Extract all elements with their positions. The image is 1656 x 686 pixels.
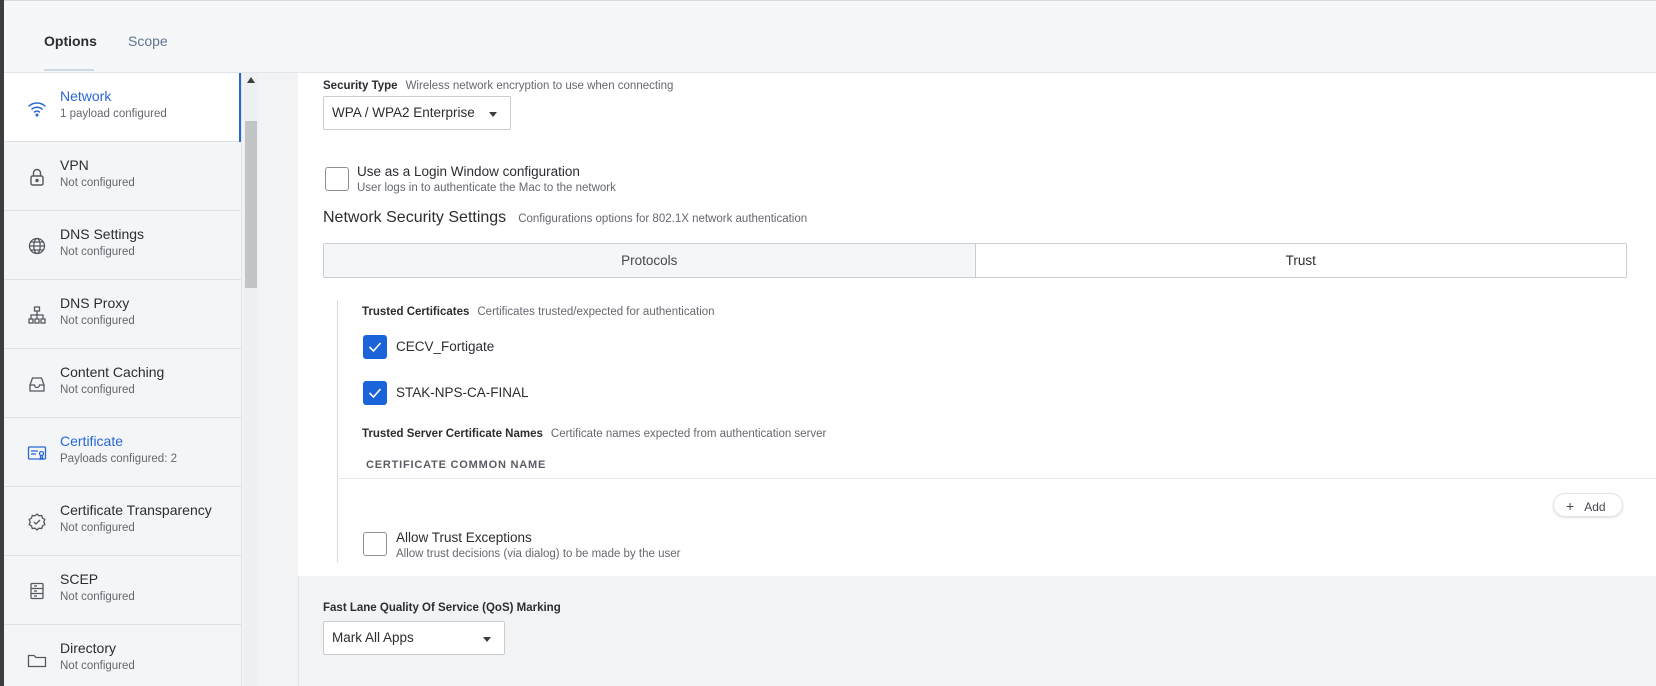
sidebar-item-certificate-transparency[interactable]: Certificate Transparency Not configured	[4, 487, 241, 556]
sidebar-item-vpn[interactable]: VPN Not configured	[4, 142, 241, 211]
lock-icon	[26, 166, 48, 188]
add-button-label: Add	[1584, 500, 1606, 514]
badge-check-icon	[26, 511, 48, 533]
sidebar-item-status: 1 payload configured	[60, 108, 167, 120]
sidebar-item-status: Not configured	[60, 522, 135, 534]
sidebar-item-label: DNS Settings	[60, 226, 145, 242]
qos-value: Mark All Apps	[332, 630, 414, 645]
certificate-checkbox-cecv-fortigate[interactable]	[363, 335, 387, 359]
qos-label: Fast Lane Quality Of Service (QoS) Marki…	[323, 602, 561, 614]
scroll-up-arrow-icon[interactable]	[247, 77, 255, 83]
tab-trust[interactable]: Trust	[975, 244, 1626, 277]
checkmark-icon	[368, 342, 382, 353]
security-type-label: Security Type	[323, 80, 398, 92]
security-type-help: Wireless network encryption to use when …	[405, 80, 674, 92]
folder-icon	[26, 649, 48, 671]
sidebar-item-dns-settings[interactable]: DNS Settings Not configured	[4, 211, 241, 280]
security-type-value: WPA / WPA2 Enterprise	[332, 105, 475, 120]
trusted-server-names-help: Certificate names expected from authenti…	[550, 428, 827, 440]
network-security-title: Network Security Settings	[323, 209, 507, 226]
sidebar-item-label: SCEP	[60, 571, 99, 587]
sidebar-item-label: DNS Proxy	[60, 295, 130, 311]
login-window-checkbox[interactable]	[325, 167, 349, 191]
server-icon	[26, 580, 48, 602]
security-type-row: Security Type Wireless network encryption…	[323, 76, 673, 94]
payload-sidebar: Network 1 payload configured VPN Not con…	[4, 73, 242, 686]
trusted-server-names-label: Trusted Server Certificate Names	[362, 428, 543, 440]
sidebar-item-scep[interactable]: SCEP Not configured	[4, 556, 241, 625]
tray-icon	[26, 373, 48, 395]
sidebar-item-directory[interactable]: Directory Not configured	[4, 625, 241, 686]
certificate-checkbox-stak-nps[interactable]	[363, 381, 387, 405]
sidebar-item-label: VPN	[60, 157, 89, 173]
sidebar-item-content-caching[interactable]: Content Caching Not configured	[4, 349, 241, 418]
hierarchy-icon	[26, 304, 48, 326]
certificate-icon	[26, 442, 48, 464]
trust-section-rule	[337, 300, 338, 562]
trust-exceptions-help: Allow trust decisions (via dialog) to be…	[396, 548, 681, 560]
security-type-select[interactable]: WPA / WPA2 Enterprise	[323, 96, 511, 130]
trusted-server-names-header: Trusted Server Certificate Names Certific…	[362, 424, 826, 442]
sidebar-item-status: Not configured	[60, 591, 135, 603]
sidebar-scrollbar[interactable]	[244, 73, 258, 686]
top-tab-bar: Options Scope	[0, 0, 1656, 73]
chevron-down-icon	[489, 112, 497, 117]
network-security-tabs: Protocols Trust	[323, 243, 1627, 278]
qos-select[interactable]: Mark All Apps	[323, 621, 505, 655]
login-window-label: Use as a Login Window configuration	[357, 164, 580, 179]
sidebar-item-certificate[interactable]: Certificate Payloads configured: 2	[4, 418, 241, 487]
tab-options[interactable]: Options	[44, 33, 97, 49]
sidebar-item-status: Payloads configured: 2	[60, 453, 177, 465]
checkmark-icon	[368, 388, 382, 399]
sidebar-item-label: Directory	[60, 640, 117, 656]
certificate-name: CECV_Fortigate	[396, 339, 495, 354]
wifi-icon	[26, 97, 48, 119]
sidebar-item-label: Certificate	[60, 433, 124, 449]
trust-exceptions-checkbox[interactable]	[363, 532, 387, 556]
sidebar-item-label: Network	[60, 88, 112, 104]
sidebar-item-network[interactable]: Network 1 payload configured	[4, 73, 241, 142]
sidebar-item-dns-proxy[interactable]: DNS Proxy Not configured	[4, 280, 241, 349]
sidebar-item-status: Not configured	[60, 177, 135, 189]
sidebar-item-label: Content Caching	[60, 364, 165, 380]
network-security-help: Configurations options for 802.1X networ…	[518, 213, 808, 225]
chevron-down-icon	[483, 637, 491, 642]
certificate-name: STAK-NPS-CA-FINAL	[396, 385, 529, 400]
trusted-certificates-header: Trusted Certificates Certificates trusted…	[362, 302, 715, 320]
add-server-name-button[interactable]: + Add	[1553, 493, 1623, 517]
scrollbar-thumb[interactable]	[245, 121, 257, 288]
trusted-certificates-help: Certificates trusted/expected for authen…	[477, 306, 715, 318]
table-header-divider	[337, 478, 1656, 479]
column-header-common-name: CERTIFICATE COMMON NAME	[366, 459, 547, 471]
sidebar-item-status: Not configured	[60, 384, 135, 396]
main-panel	[298, 73, 1656, 576]
tab-scope[interactable]: Scope	[128, 33, 168, 49]
tab-protocols[interactable]: Protocols	[324, 244, 976, 277]
sidebar-item-status: Not configured	[60, 315, 135, 327]
globe-icon	[26, 235, 48, 257]
tab-active-indicator	[44, 69, 94, 71]
sidebar-item-status: Not configured	[60, 246, 135, 258]
sidebar-item-status: Not configured	[60, 660, 135, 672]
login-window-help: User logs in to authenticate the Mac to …	[357, 182, 616, 194]
network-security-header: Network Security Settings Configurations …	[323, 209, 807, 227]
trust-exceptions-label: Allow Trust Exceptions	[396, 530, 532, 545]
plus-icon: +	[1566, 498, 1575, 514]
trusted-certificates-label: Trusted Certificates	[362, 306, 470, 318]
sidebar-item-label: Certificate Transparency	[60, 502, 212, 518]
